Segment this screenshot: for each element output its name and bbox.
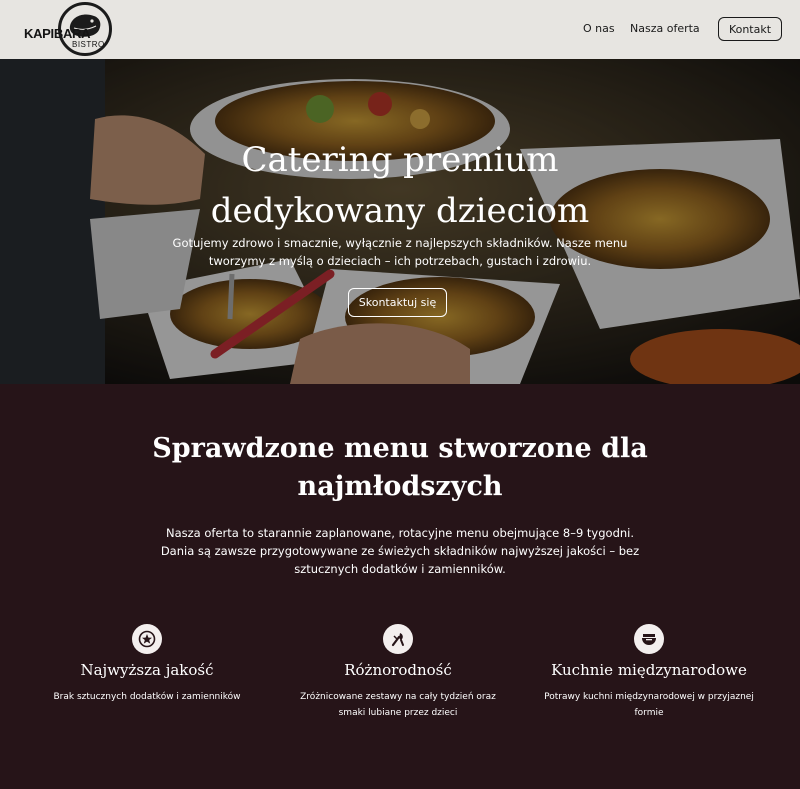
cutlery-icon bbox=[383, 624, 413, 654]
feature-title: Kuchnie międzynarodowe bbox=[551, 661, 747, 679]
bowl-icon bbox=[634, 624, 664, 654]
hero-description: Gotujemy zdrowo i smacznie, wyłącznie z … bbox=[172, 236, 628, 268]
feature-text: Zróżnicowane zestawy na cały tydzień ora… bbox=[300, 692, 496, 718]
feature-text: Potrawy kuchni międzynarodowej w przyjaz… bbox=[544, 692, 754, 718]
site-header: KAPIBARA BISTRO O nas Nasza oferta Konta… bbox=[0, 0, 800, 59]
hero-section: Catering premium dedykowany dzieciom Got… bbox=[0, 59, 800, 384]
menu-section: Sprawdzone menu stworzone dla najmłodszy… bbox=[0, 384, 800, 789]
feature-quality: Najwyższa jakość Brak sztucznych dodatkó… bbox=[22, 624, 272, 705]
hero-title-line2: dedykowany dzieciom bbox=[210, 191, 590, 231]
feature-text: Brak sztucznych dodatków i zamienników bbox=[53, 692, 241, 702]
feature-variety: Różnorodność Zróżnicowane zestawy na cał… bbox=[273, 624, 523, 721]
logo-text: KAPIBARA bbox=[24, 26, 91, 41]
nav-about[interactable]: O nas bbox=[583, 22, 615, 35]
feature-title: Najwyższa jakość bbox=[80, 661, 214, 679]
hero-title-line1: Catering premium bbox=[241, 140, 559, 180]
hero-contact-button[interactable]: Skontaktuj się bbox=[348, 288, 447, 317]
hero-title: Catering premium dedykowany dzieciom bbox=[0, 135, 800, 237]
logo-subtext: BISTRO bbox=[72, 40, 105, 49]
star-badge-icon bbox=[132, 624, 162, 654]
logo[interactable]: KAPIBARA BISTRO bbox=[20, 0, 112, 59]
nav-offer[interactable]: Nasza oferta bbox=[630, 22, 700, 35]
section-title: Sprawdzone menu stworzone dla najmłodszy… bbox=[152, 433, 648, 502]
section-description: Nasza oferta to starannie zaplanowane, r… bbox=[160, 526, 640, 576]
feature-title: Różnorodność bbox=[344, 661, 452, 679]
feature-international: Kuchnie międzynarodowe Potrawy kuchni mi… bbox=[524, 624, 774, 721]
contact-button[interactable]: Kontakt bbox=[718, 17, 782, 41]
